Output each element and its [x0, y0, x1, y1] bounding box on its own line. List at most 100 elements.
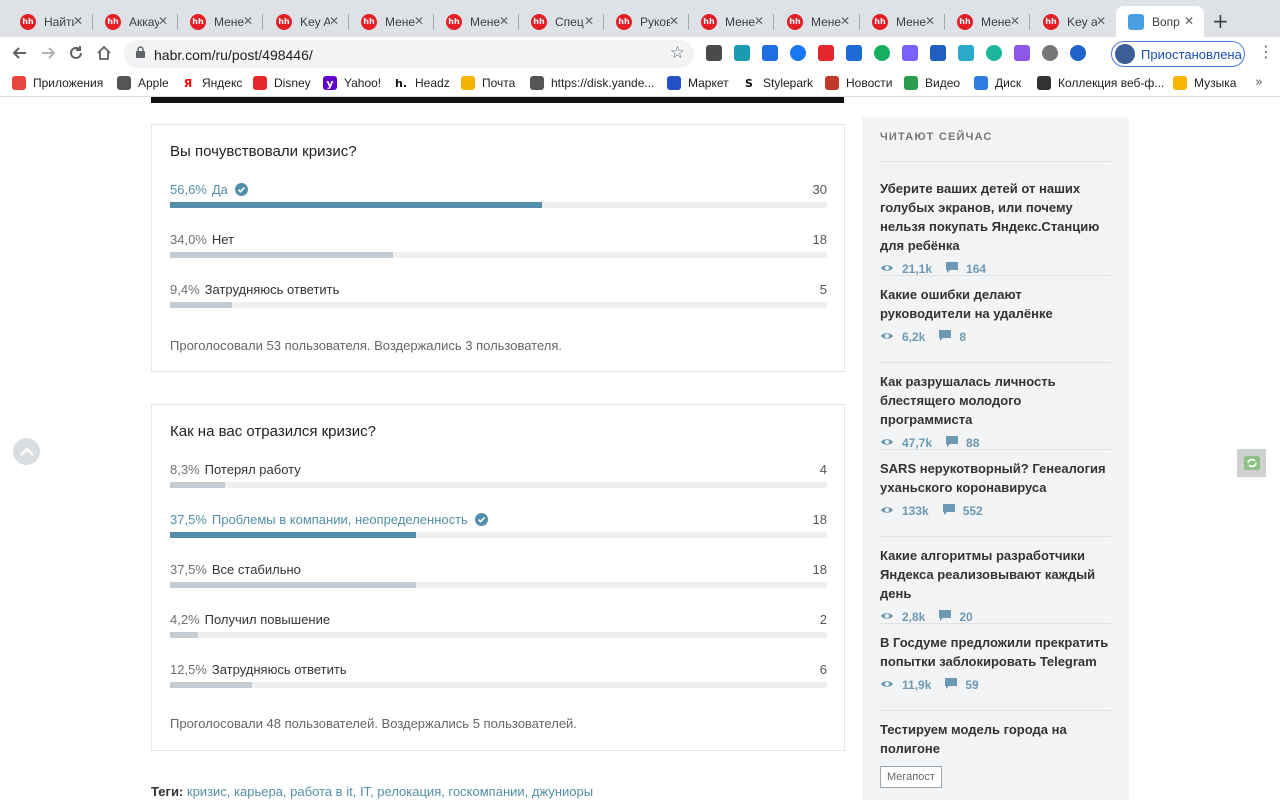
extension-gray-icon[interactable] — [1042, 45, 1058, 61]
bookmark-item[interactable]: https://disk.yande... — [530, 76, 654, 90]
forward-button[interactable] — [36, 41, 60, 65]
close-tab-icon[interactable]: ✕ — [754, 14, 764, 28]
browser-tab[interactable]: hh Мене ✕ — [689, 6, 774, 37]
address-bar[interactable]: habr.com/ru/post/498446/ ☆ — [124, 40, 694, 68]
bookmark-item[interactable]: h. Headz — [394, 76, 450, 90]
bookmark-item[interactable]: Музыка — [1173, 76, 1236, 90]
browser-menu-icon[interactable]: ⋮ — [1258, 42, 1274, 61]
close-tab-icon[interactable]: ✕ — [1010, 14, 1020, 28]
close-tab-icon[interactable]: ✕ — [243, 14, 253, 28]
extension-nodes-icon[interactable] — [986, 45, 1002, 61]
browser-tab[interactable]: hh Аккау ✕ — [93, 6, 178, 37]
sidebar-article-title[interactable]: Тестируем модель города на полигоне — [880, 720, 1111, 758]
comments-counter[interactable]: 552 — [942, 504, 983, 518]
close-tab-icon[interactable]: ✕ — [1096, 14, 1106, 28]
bookmark-item[interactable]: Disney — [253, 76, 311, 90]
extension-blue-icon[interactable] — [762, 45, 778, 61]
comments-counter[interactable]: 59 — [945, 678, 979, 692]
bookmark-item[interactable]: Маркет — [667, 76, 729, 90]
bookmark-item[interactable]: Коллекция веб-ф... — [1037, 76, 1164, 90]
extension-widget-icon[interactable] — [1237, 449, 1266, 477]
sidebar-article-title[interactable]: SARS нерукотворный? Генеалогия уханьског… — [880, 459, 1111, 497]
extension-uk-icon[interactable] — [706, 45, 722, 61]
new-tab-button[interactable]: + — [1212, 9, 1229, 33]
bookmark-item[interactable]: Приложения — [12, 76, 103, 90]
tag-link[interactable]: работа в it — [290, 784, 353, 799]
close-tab-icon[interactable]: ✕ — [73, 14, 83, 28]
sidebar-article-title[interactable]: Какие алгоритмы разработчики Яндекса реа… — [880, 546, 1111, 603]
bookmark-item[interactable]: Я Яндекс — [181, 76, 243, 90]
close-tab-icon[interactable]: ✕ — [414, 14, 424, 28]
browser-tab[interactable]: Вопр ✕ — [1116, 6, 1204, 37]
scroll-to-top-button[interactable] — [13, 438, 40, 465]
browser-tab[interactable]: hh Мене ✕ — [349, 6, 434, 37]
extension-lh-icon[interactable] — [930, 45, 946, 61]
tag-separator: , — [352, 784, 360, 799]
bookmark-label: Музыка — [1194, 76, 1237, 90]
sidebar-article-title[interactable]: В Госдуме предложили прекратить попытки … — [880, 633, 1111, 671]
browser-tab[interactable]: hh Key A ✕ — [264, 6, 349, 37]
eye-icon — [880, 436, 902, 450]
tag-link[interactable]: релокация — [377, 784, 441, 799]
megapost-badge[interactable]: Мегапост — [880, 766, 942, 788]
extension-check-icon[interactable] — [790, 45, 806, 61]
bookmark-item[interactable]: Диск — [974, 76, 1021, 90]
extension-compass-icon[interactable] — [846, 45, 862, 61]
extension-puzzle-icon[interactable] — [1014, 45, 1030, 61]
comments-counter[interactable]: 164 — [946, 262, 986, 276]
tag-link[interactable]: джуниоры — [532, 784, 593, 799]
tag-link[interactable]: карьера — [234, 784, 283, 799]
browser-tab[interactable]: hh Найти✕ — [8, 6, 93, 37]
back-button[interactable] — [8, 41, 32, 65]
comments-counter[interactable]: 20 — [939, 610, 973, 624]
bookmark-item[interactable]: y Yahoo! — [323, 76, 381, 90]
extension-glasses-icon[interactable] — [902, 45, 918, 61]
close-tab-icon[interactable]: ✕ — [1184, 14, 1194, 28]
sidebar-article-meta: 6,2k 8 — [880, 330, 1111, 344]
extension-x-icon[interactable] — [734, 45, 750, 61]
poll-option-count: 5 — [819, 282, 827, 297]
sidebar-article-title[interactable]: Какие ошибки делают руководители на удал… — [880, 285, 1111, 323]
bookmarks-overflow-button[interactable]: » — [1255, 75, 1263, 90]
bookmark-item[interactable]: S Stylepark — [742, 76, 813, 90]
home-button[interactable] — [92, 41, 116, 65]
comments-counter[interactable]: 88 — [946, 436, 979, 450]
tag-link[interactable]: кризис — [187, 784, 227, 799]
hh-favicon-icon: hh — [787, 13, 803, 30]
bookmark-item[interactable]: Apple — [117, 76, 169, 90]
bookmark-item[interactable]: Видео — [904, 76, 960, 90]
close-tab-icon[interactable]: ✕ — [584, 14, 594, 28]
browser-tab[interactable]: hh Мене ✕ — [860, 6, 945, 37]
bookmark-star-icon[interactable]: ☆ — [670, 43, 685, 63]
browser-tab[interactable]: hh Руков ✕ — [604, 6, 689, 37]
views-counter: 11,9k — [880, 678, 931, 692]
browser-tab[interactable]: hh Спец ✕ — [519, 6, 604, 37]
bookmark-item[interactable]: Новости — [825, 76, 892, 90]
close-tab-icon[interactable]: ✕ — [499, 14, 509, 28]
bookmark-label: Видео — [925, 76, 961, 90]
browser-tab[interactable]: hh Мене ✕ — [775, 6, 860, 37]
browser-tab[interactable]: hh Мене ✕ — [178, 6, 263, 37]
profile-button[interactable]: Приостановлена — [1111, 41, 1245, 67]
bookmark-item[interactable]: Почта — [461, 76, 515, 90]
sidebar-article-title[interactable]: Уберите ваших детей от наших голубых экр… — [880, 179, 1111, 255]
close-tab-icon[interactable]: ✕ — [925, 14, 935, 28]
poll-bar-track — [170, 482, 827, 488]
poll-option-percent: 37,5% — [170, 562, 207, 577]
tag-link[interactable]: госкомпании — [448, 784, 524, 799]
close-tab-icon[interactable]: ✕ — [158, 14, 168, 28]
close-tab-icon[interactable]: ✕ — [329, 14, 339, 28]
close-tab-icon[interactable]: ✕ — [840, 14, 850, 28]
browser-tab[interactable]: hh Мене ✕ — [945, 6, 1030, 37]
extension-red-icon[interactable] — [818, 45, 834, 61]
comments-counter[interactable]: 8 — [939, 330, 966, 344]
sidebar-article-title[interactable]: Как разрушалась личность блестящего моло… — [880, 372, 1111, 429]
tag-link[interactable]: IT — [360, 784, 370, 799]
reload-button[interactable] — [64, 41, 88, 65]
extension-map-icon[interactable] — [958, 45, 974, 61]
extension-grammarly-icon[interactable] — [874, 45, 890, 61]
extension-s-icon[interactable] — [1070, 45, 1086, 61]
browser-tab[interactable]: hh Key a ✕ — [1031, 6, 1116, 37]
close-tab-icon[interactable]: ✕ — [669, 14, 679, 28]
browser-tab[interactable]: hh Мене ✕ — [434, 6, 519, 37]
